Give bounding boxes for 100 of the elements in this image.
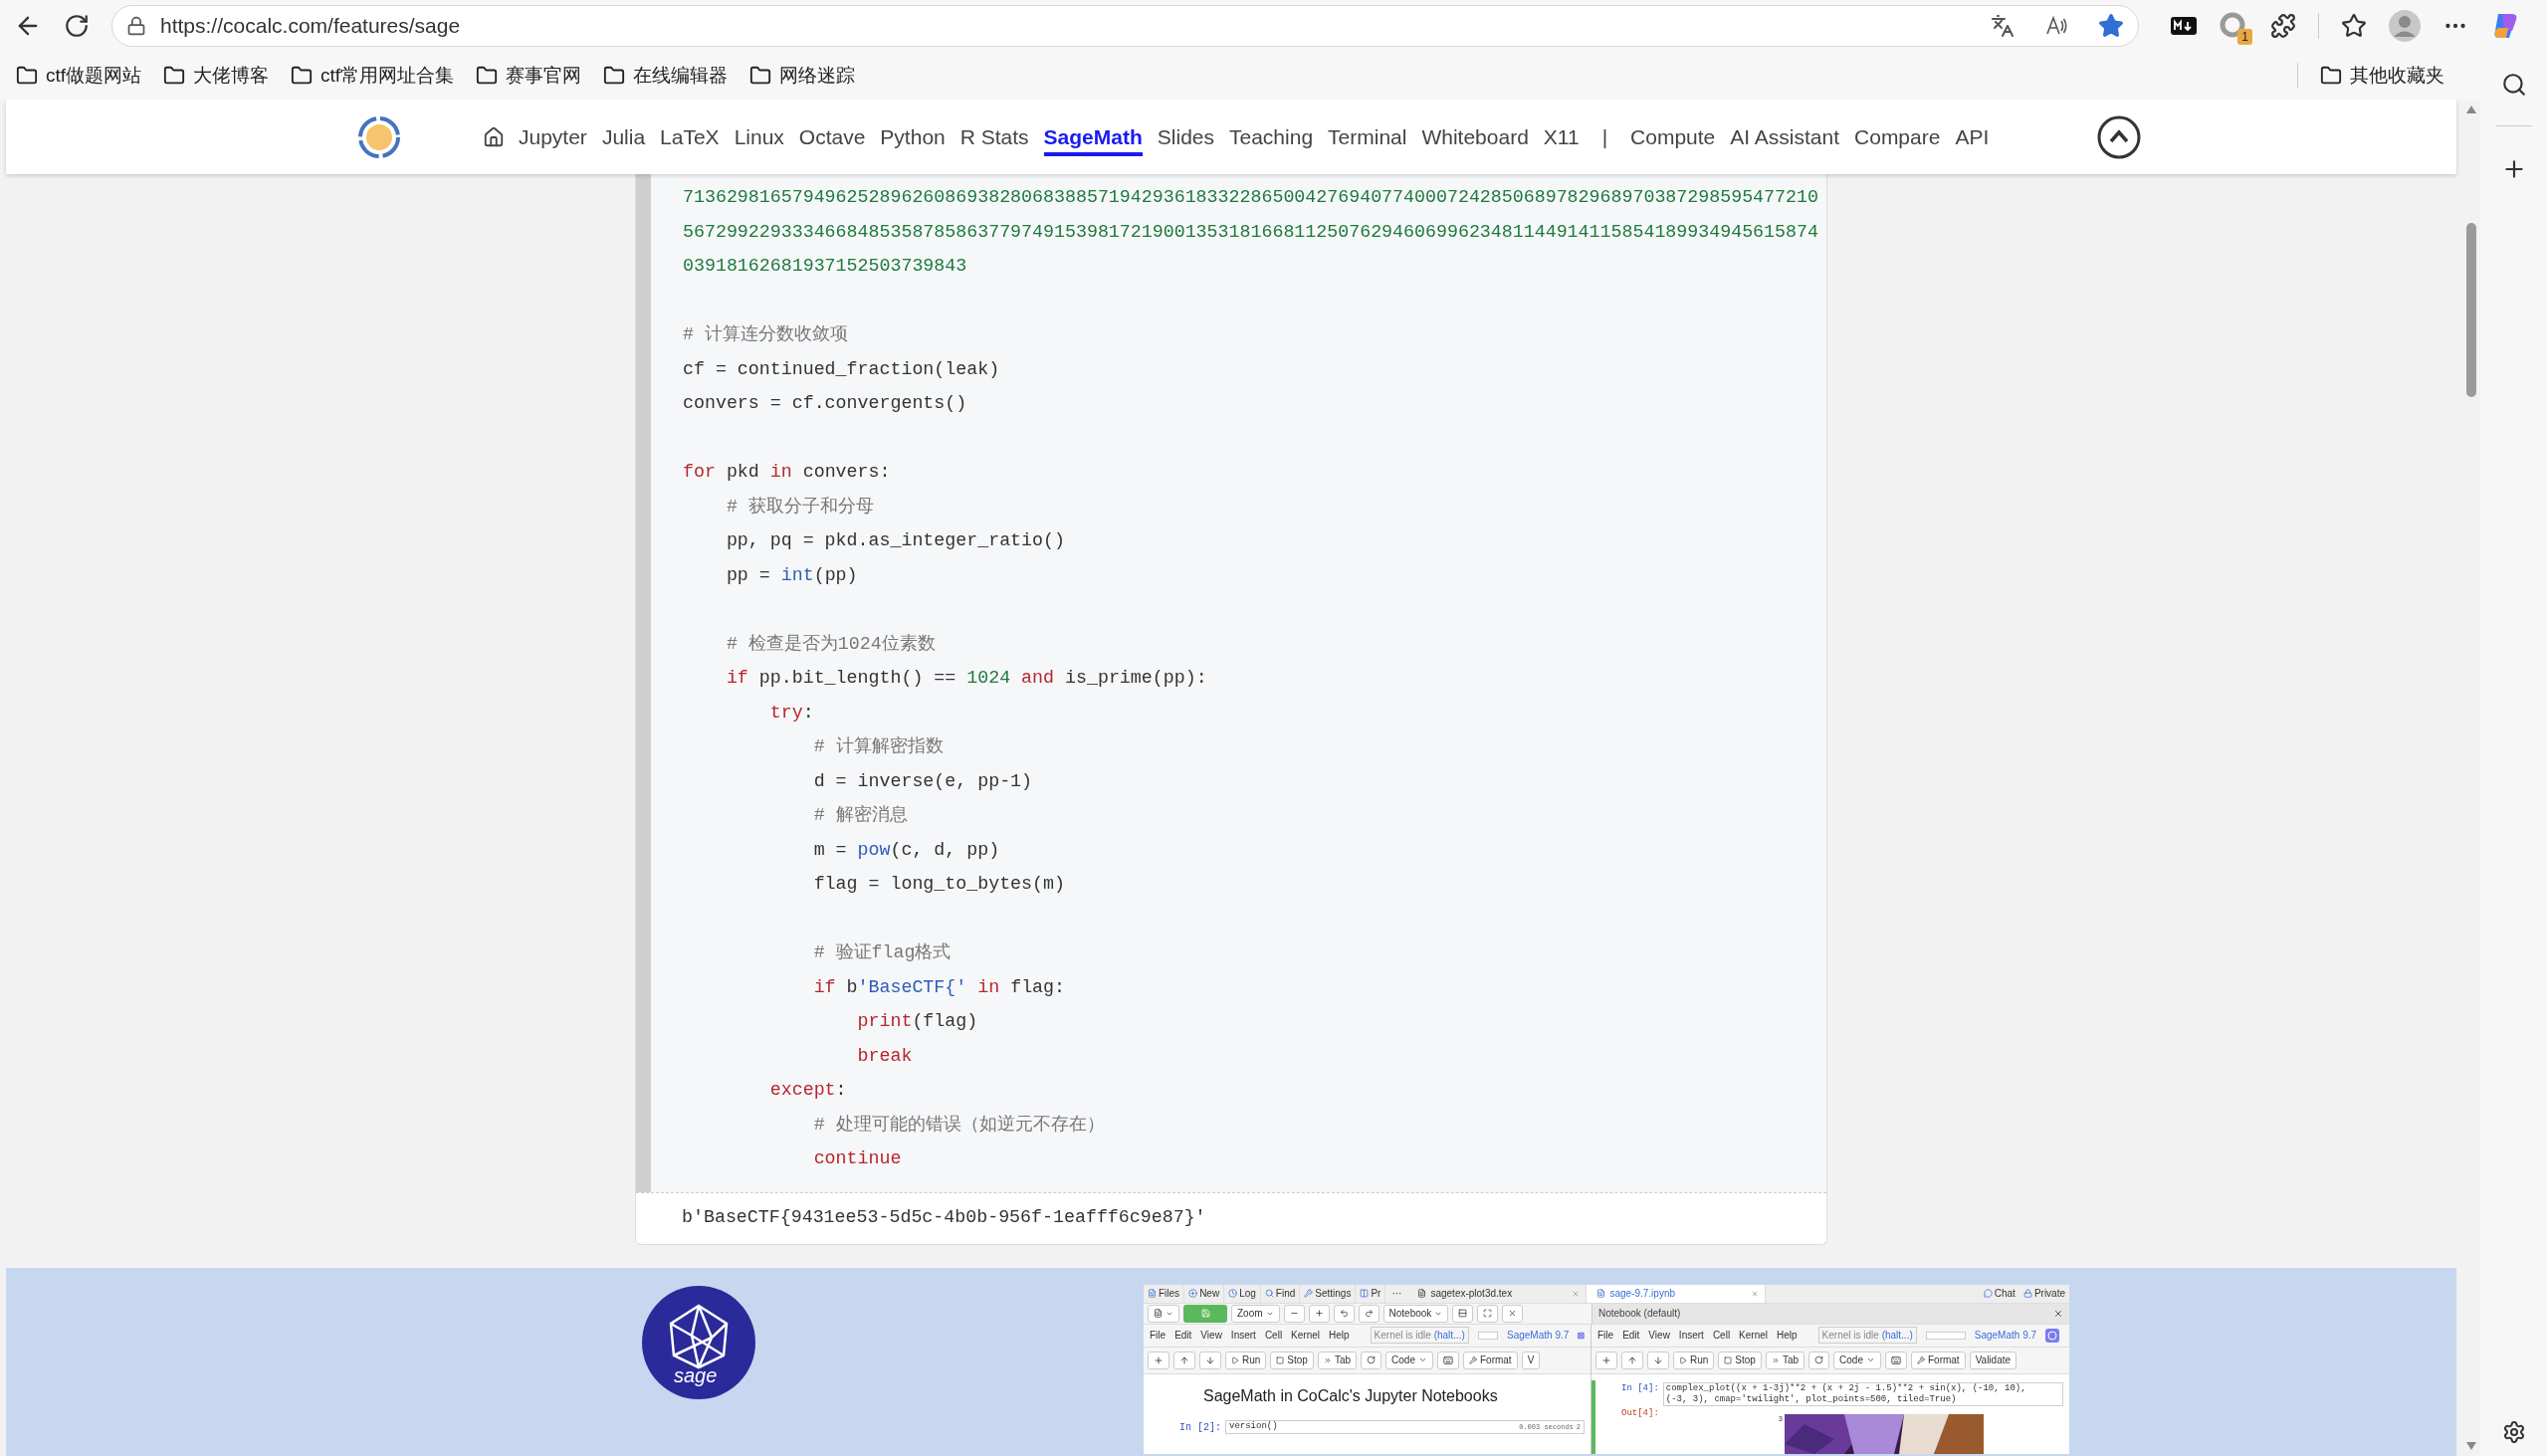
menu-item[interactable]: File	[1150, 1328, 1167, 1343]
menu-item[interactable]: File	[1597, 1328, 1614, 1343]
close-icon[interactable]	[2053, 1308, 2063, 1319]
toolbar-button[interactable]: Format	[1910, 1351, 1966, 1369]
private-link[interactable]: Private	[2018, 1286, 2069, 1302]
more-tabs[interactable]: ···	[1385, 1286, 1408, 1302]
other-bookmarks[interactable]: 其他收藏夹	[2320, 61, 2444, 91]
nav-link[interactable]: X11	[1543, 120, 1580, 153]
top-tab[interactable]: Pr	[1356, 1284, 1386, 1304]
refresh-icon[interactable]	[64, 13, 90, 39]
top-tab[interactable]: Files	[1144, 1284, 1185, 1304]
toolbar-button[interactable]: Format	[1462, 1351, 1518, 1369]
top-tab[interactable]: New	[1184, 1284, 1225, 1304]
add-cell-button[interactable]	[1148, 1351, 1169, 1369]
bookmark-item[interactable]: 网络迷踪	[749, 61, 856, 91]
favorite-star-icon[interactable]	[2098, 13, 2124, 39]
chat-link[interactable]: Chat	[1979, 1286, 2019, 1302]
toolbar-button[interactable]: Tab	[1317, 1351, 1358, 1369]
restart-button[interactable]	[1808, 1351, 1830, 1369]
nav-link[interactable]: Compute	[1630, 120, 1716, 153]
translate-icon[interactable]	[1991, 14, 2015, 38]
close-button[interactable]	[1502, 1304, 1524, 1323]
nav-link[interactable]: Octave	[798, 120, 866, 153]
restart-button[interactable]	[1361, 1351, 1382, 1369]
bookmark-item[interactable]: 在线编辑器	[603, 61, 729, 91]
nav-link[interactable]: Whiteboard	[1421, 120, 1529, 153]
zoom-select[interactable]: Zoom	[1231, 1304, 1280, 1323]
undo-button[interactable]	[1333, 1304, 1355, 1323]
extensions-icon[interactable]	[2270, 13, 2296, 39]
lock-icon[interactable]	[126, 16, 146, 36]
menu-item[interactable]: Help	[1777, 1328, 1798, 1343]
bookmark-item[interactable]: ctf常用网址合集	[291, 61, 455, 91]
move-down-button[interactable]	[1647, 1351, 1669, 1369]
zoom-in-button[interactable]	[1308, 1304, 1330, 1323]
home-icon[interactable]	[483, 125, 505, 148]
nav-link[interactable]: Linux	[734, 120, 784, 153]
toolbar-button[interactable]: Run	[1673, 1351, 1715, 1369]
nav-link[interactable]: API	[1955, 120, 1990, 153]
add-cell-button[interactable]	[1595, 1351, 1617, 1369]
menu-item[interactable]: View	[1200, 1328, 1222, 1343]
menu-item[interactable]: Insert	[1678, 1328, 1704, 1343]
move-down-button[interactable]	[1199, 1351, 1221, 1369]
scrollbar[interactable]	[2462, 100, 2480, 1456]
search-icon[interactable]	[2500, 72, 2527, 98]
nav-link[interactable]: Python	[880, 120, 946, 153]
file-tab[interactable]: sage-9.7.ipynb	[1587, 1284, 1767, 1304]
toolbar-button[interactable]: Run	[1225, 1351, 1267, 1369]
menu-item[interactable]: Edit	[1622, 1328, 1640, 1343]
nav-link[interactable]: AI Assistant	[1730, 120, 1840, 153]
kernel-name[interactable]: SageMath 9.7	[1974, 1328, 2037, 1343]
bookmark-item[interactable]: 赛事官网	[476, 61, 582, 91]
bookmark-item[interactable]: 大佬博客	[163, 61, 270, 91]
keyboard-button[interactable]	[1436, 1351, 1459, 1369]
redo-button[interactable]	[1358, 1304, 1380, 1323]
profile-avatar-icon[interactable]	[2389, 10, 2421, 42]
address-bar[interactable]: https://cocalc.com/features/sage	[111, 5, 2139, 47]
toolbar-button[interactable]: V	[1521, 1351, 1541, 1369]
menu-item[interactable]: Cell	[1264, 1328, 1283, 1343]
top-tab[interactable]: Find	[1260, 1284, 1301, 1304]
fullscreen-button[interactable]	[1477, 1304, 1499, 1323]
menu-item[interactable]: Kernel	[1291, 1328, 1320, 1343]
top-tab[interactable]: Settings	[1300, 1284, 1357, 1304]
nav-link[interactable]: R Stats	[959, 120, 1029, 153]
view-select[interactable]: Notebook	[1382, 1304, 1449, 1323]
menu-item[interactable]: View	[1648, 1328, 1670, 1343]
keyboard-button[interactable]	[1884, 1351, 1907, 1369]
menu-item[interactable]: Kernel	[1739, 1328, 1768, 1343]
cell-type-select[interactable]: Code	[1833, 1351, 1881, 1369]
scroll-up-arrow-icon[interactable]	[2466, 105, 2476, 113]
nav-link[interactable]: Jupyter	[519, 120, 587, 153]
menu-item[interactable]: Edit	[1174, 1328, 1192, 1343]
top-tab[interactable]: Log	[1224, 1284, 1261, 1304]
bookmark-item[interactable]: ctf做题网站	[16, 61, 142, 91]
move-up-button[interactable]	[1173, 1351, 1195, 1369]
scroll-up-icon[interactable]	[2096, 113, 2143, 160]
nav-link[interactable]: SageMath	[1043, 116, 1143, 157]
nav-link[interactable]: Slides	[1157, 120, 1214, 153]
nav-link[interactable]: Teaching	[1229, 120, 1314, 153]
toolbar-button[interactable]: Tab	[1765, 1351, 1805, 1369]
settings-icon[interactable]	[2501, 1420, 2526, 1444]
menu-item[interactable]: Cell	[1712, 1328, 1731, 1343]
cell-type-select[interactable]: Code	[1385, 1351, 1433, 1369]
nav-link[interactable]: Julia	[601, 120, 646, 153]
favorites-icon[interactable]	[2341, 13, 2367, 39]
toolbar-button[interactable]: Validate	[1969, 1351, 2017, 1369]
move-up-button[interactable]	[1621, 1351, 1643, 1369]
scrollbar-thumb[interactable]	[2466, 223, 2476, 397]
toolbar-button[interactable]: Stop	[1270, 1351, 1314, 1369]
kernel-name[interactable]: SageMath 9.7	[1507, 1328, 1570, 1343]
toolbar-button[interactable]: Stop	[1718, 1351, 1762, 1369]
nav-link[interactable]: LaTeX	[660, 120, 720, 153]
menu-item[interactable]: Insert	[1230, 1328, 1256, 1343]
menu-item[interactable]: Help	[1329, 1328, 1350, 1343]
nav-link[interactable]: Terminal	[1328, 120, 1407, 153]
scroll-down-arrow-icon[interactable]	[2466, 1442, 2476, 1450]
split-button[interactable]	[1452, 1304, 1474, 1323]
save-button[interactable]	[1183, 1304, 1227, 1323]
nav-link[interactable]: Compare	[1854, 120, 1941, 153]
file-menu-button[interactable]	[1148, 1304, 1179, 1323]
markdown-icon[interactable]	[2171, 17, 2197, 35]
